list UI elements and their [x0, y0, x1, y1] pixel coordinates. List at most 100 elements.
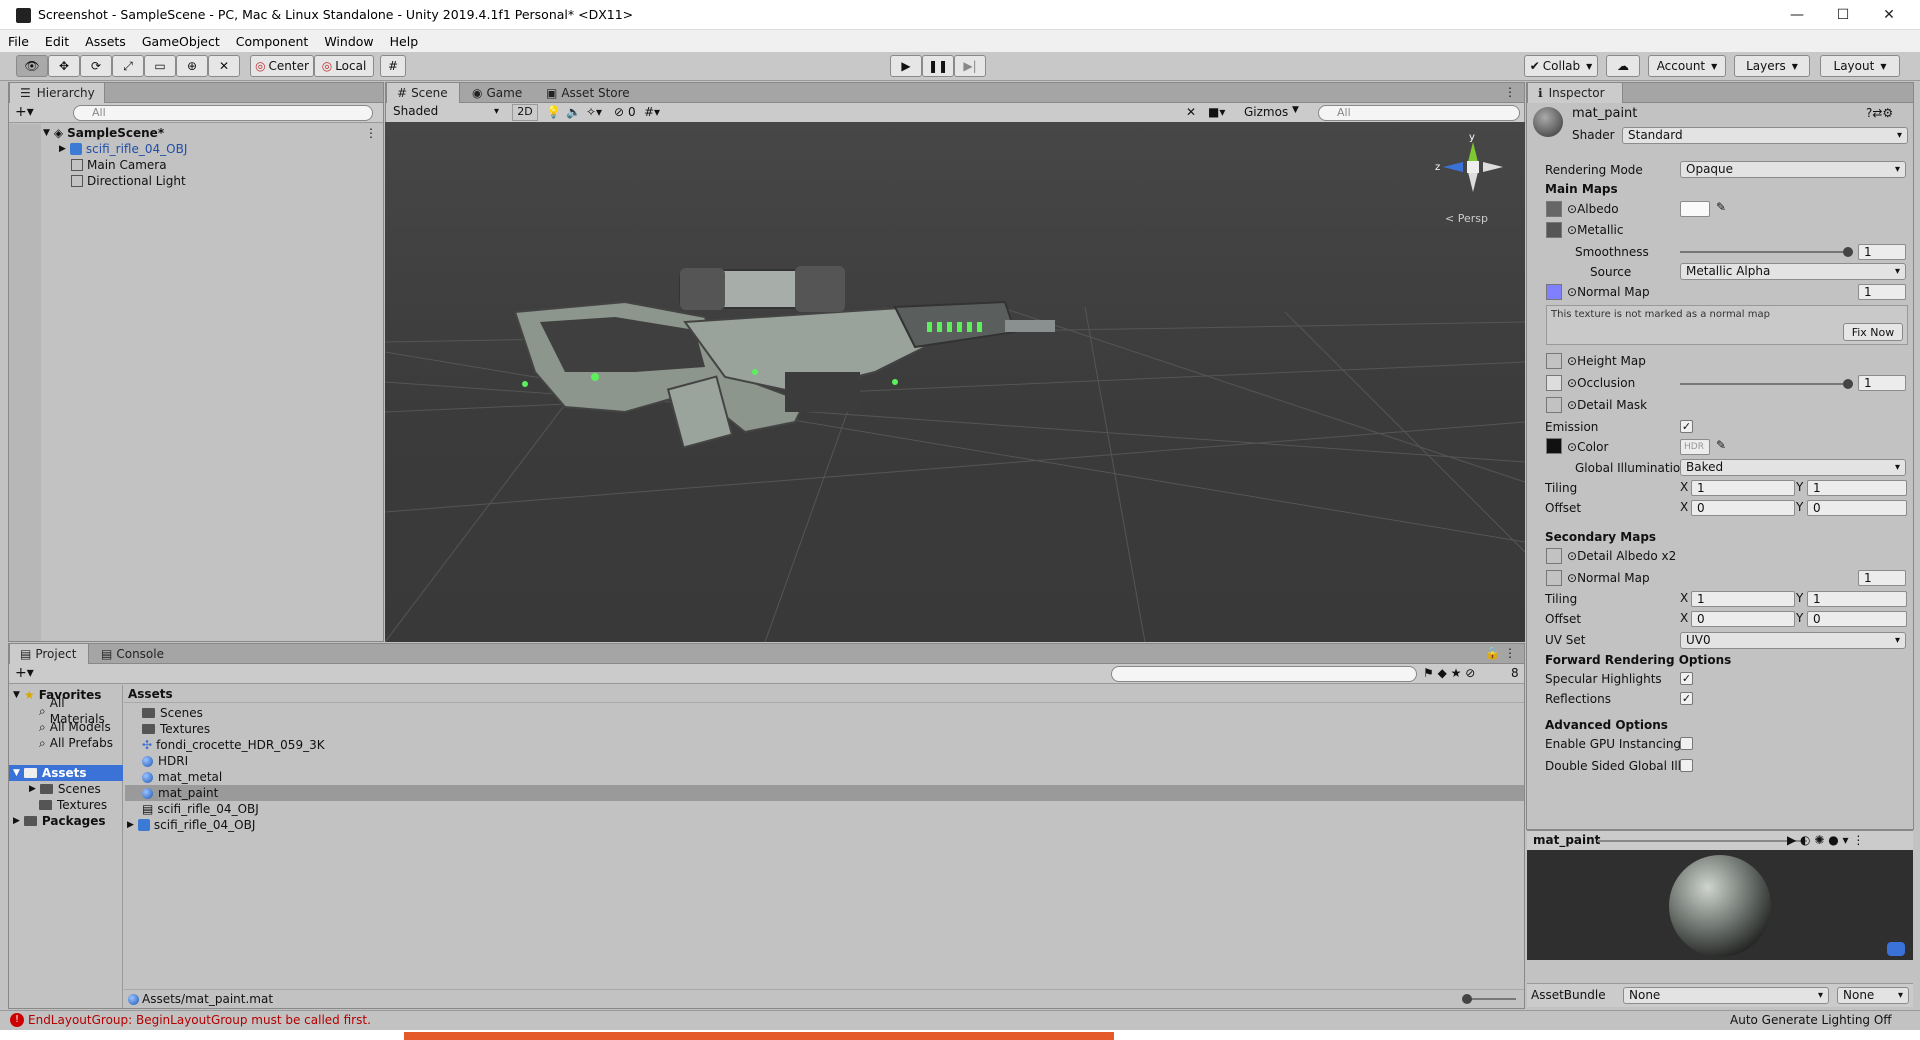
- offset-x-input[interactable]: 0: [1691, 500, 1795, 516]
- emission-checkbox[interactable]: ✓: [1680, 420, 1693, 433]
- reflections-checkbox[interactable]: ✓: [1680, 692, 1693, 705]
- custom-tool-icon[interactable]: ✕: [208, 55, 240, 77]
- collab-button[interactable]: ✔ Collab ▼: [1524, 55, 1598, 77]
- albedo-color-swatch[interactable]: [1680, 201, 1710, 217]
- metallic-texture-slot[interactable]: [1546, 222, 1562, 238]
- assets-root-row[interactable]: ▼ Assets: [9, 765, 123, 781]
- fix-now-button[interactable]: Fix Now: [1843, 323, 1903, 341]
- scale-tool-icon[interactable]: ⤢: [112, 55, 144, 77]
- scene-row[interactable]: ▼ ◈ SampleScene* ⋮: [43, 125, 383, 141]
- minimize-icon[interactable]: —: [1774, 0, 1820, 30]
- tiling2-y-input[interactable]: 1: [1807, 591, 1907, 607]
- tiling-x-input[interactable]: 1: [1691, 480, 1795, 496]
- effects-toggle-icon[interactable]: ✧▾: [586, 105, 602, 119]
- source-dropdown[interactable]: Metallic Alpha: [1680, 263, 1906, 280]
- shader-dropdown[interactable]: Standard: [1622, 127, 1908, 144]
- axis-gizmo[interactable]: y z: [1435, 132, 1525, 212]
- offset2-x-input[interactable]: 0: [1691, 611, 1795, 627]
- maximize-icon[interactable]: ☐: [1820, 0, 1866, 30]
- favorites-item[interactable]: ⌕ All Prefabs: [39, 735, 113, 751]
- eyedropper-icon[interactable]: ✎: [1716, 200, 1726, 214]
- gizmos-dropdown[interactable]: Gizmos: [1244, 105, 1288, 119]
- menu-gameobject[interactable]: GameObject: [142, 34, 220, 49]
- hierarchy-item[interactable]: Main Camera: [71, 157, 167, 173]
- occlusion-slider-knob[interactable]: [1843, 379, 1853, 389]
- smoothness-slider-knob[interactable]: [1843, 247, 1853, 257]
- tab-game[interactable]: ◉ Game: [462, 83, 532, 103]
- file-row[interactable]: ▤ scifi_rifle_04_OBJ: [142, 801, 259, 817]
- menu-help[interactable]: Help: [390, 34, 419, 49]
- favorites-item[interactable]: ⌕ All Models: [39, 719, 111, 735]
- eyedropper-icon[interactable]: ✎: [1716, 438, 1726, 452]
- tab-inspector[interactable]: ℹ Inspector: [1527, 83, 1623, 103]
- tab-hierarchy[interactable]: ☰ Hierarchy: [9, 83, 105, 103]
- albedo-texture-slot[interactable]: [1546, 201, 1562, 217]
- asset-folder-row[interactable]: ▶ Scenes: [29, 781, 101, 797]
- step-button[interactable]: ▶|: [954, 55, 986, 77]
- pivot-center-button[interactable]: ◎ Center: [250, 55, 314, 77]
- asset-folder-row[interactable]: Textures: [39, 797, 107, 813]
- move-tool-icon[interactable]: ✥: [48, 55, 80, 77]
- scene-viewport[interactable]: y z < Persp: [385, 122, 1525, 642]
- menu-file[interactable]: File: [8, 34, 29, 49]
- hierarchy-item[interactable]: Directional Light: [71, 173, 186, 189]
- normal-map-texture-slot[interactable]: [1546, 284, 1562, 300]
- filter-icons[interactable]: ⚑ ◆ ★ ⊘: [1423, 666, 1475, 680]
- rendering-mode-dropdown[interactable]: Opaque: [1680, 161, 1906, 178]
- detail-mask-slot[interactable]: [1546, 397, 1562, 413]
- favorites-item[interactable]: ⌕ All Materials: [39, 696, 122, 726]
- double-sided-gi-checkbox[interactable]: [1680, 759, 1693, 772]
- file-row-selected[interactable]: mat_paint: [125, 785, 1524, 801]
- material-preview[interactable]: [1527, 850, 1913, 960]
- project-create-button[interactable]: +▾: [15, 665, 34, 681]
- create-button[interactable]: +▾: [15, 104, 34, 120]
- file-row[interactable]: ▶ scifi_rifle_04_OBJ: [127, 817, 255, 833]
- detail-normal-scale-input[interactable]: 1: [1858, 570, 1906, 586]
- pivot-local-button[interactable]: ◎ Local: [314, 55, 374, 77]
- tab-console[interactable]: ▤ Console: [91, 644, 174, 664]
- play-button[interactable]: ▶: [890, 55, 922, 77]
- height-map-slot[interactable]: [1546, 353, 1562, 369]
- tab-project[interactable]: ▤ Project: [9, 644, 89, 664]
- close-icon[interactable]: ✕: [1866, 0, 1912, 30]
- grid-toggle-icon[interactable]: #▾: [644, 105, 660, 119]
- view-tool-icon[interactable]: 👁: [16, 55, 48, 77]
- project-search-input[interactable]: [1111, 666, 1417, 682]
- layers-dropdown[interactable]: Layers ▼: [1734, 55, 1810, 77]
- normal-scale-input[interactable]: 1: [1858, 284, 1906, 300]
- global-illumination-dropdown[interactable]: Baked: [1680, 459, 1906, 476]
- pause-button[interactable]: ❚❚: [922, 55, 954, 77]
- file-row[interactable]: ✣ fondi_crocette_HDR_059_3K: [142, 737, 325, 753]
- hidden-objects-icon[interactable]: ⊘: [614, 105, 624, 119]
- console-error-message[interactable]: EndLayoutGroup: BeginLayoutGroup must be…: [28, 1011, 371, 1030]
- emission-hdr-swatch[interactable]: HDR: [1680, 439, 1710, 455]
- lighting-toggle-icon[interactable]: 💡: [546, 105, 561, 119]
- layout-dropdown[interactable]: Layout ▼: [1820, 55, 1900, 77]
- breadcrumb-assets[interactable]: Assets: [128, 687, 173, 701]
- transform-tool-icon[interactable]: ⊕: [176, 55, 208, 77]
- tab-scene[interactable]: # Scene: [386, 83, 460, 103]
- tab-asset-store[interactable]: ▣ Asset Store: [536, 83, 640, 103]
- grid-snap-icon[interactable]: #: [380, 55, 406, 77]
- camera-icon[interactable]: ■▾: [1208, 105, 1225, 119]
- file-row[interactable]: Textures: [142, 721, 210, 737]
- preview-controls-icon[interactable]: ▶ ◐ ✺ ● ▾ ⋮: [1787, 833, 1864, 847]
- preview-label-icon[interactable]: [1887, 942, 1905, 956]
- smoothness-slider-track[interactable]: [1680, 251, 1848, 253]
- scene-menu-icon[interactable]: ⋮: [365, 125, 377, 141]
- account-dropdown[interactable]: Account ▼: [1648, 55, 1726, 77]
- gpu-instancing-checkbox[interactable]: [1680, 737, 1693, 750]
- offset2-y-input[interactable]: 0: [1807, 611, 1907, 627]
- packages-row[interactable]: ▶ Packages: [13, 813, 106, 829]
- occlusion-slider-track[interactable]: [1680, 383, 1848, 385]
- menu-edit[interactable]: Edit: [45, 34, 69, 49]
- 2d-toggle[interactable]: 2D: [512, 104, 538, 121]
- icon-size-knob[interactable]: [1462, 994, 1472, 1004]
- menu-assets[interactable]: Assets: [85, 34, 126, 49]
- audio-toggle-icon[interactable]: 🔈: [566, 105, 581, 119]
- scene-search-input[interactable]: All: [1318, 105, 1520, 121]
- cloud-icon[interactable]: ☁: [1606, 55, 1640, 77]
- specular-highlights-checkbox[interactable]: ✓: [1680, 672, 1693, 685]
- asset-bundle-variant-dropdown[interactable]: None: [1837, 987, 1909, 1004]
- rotate-tool-icon[interactable]: ⟳: [80, 55, 112, 77]
